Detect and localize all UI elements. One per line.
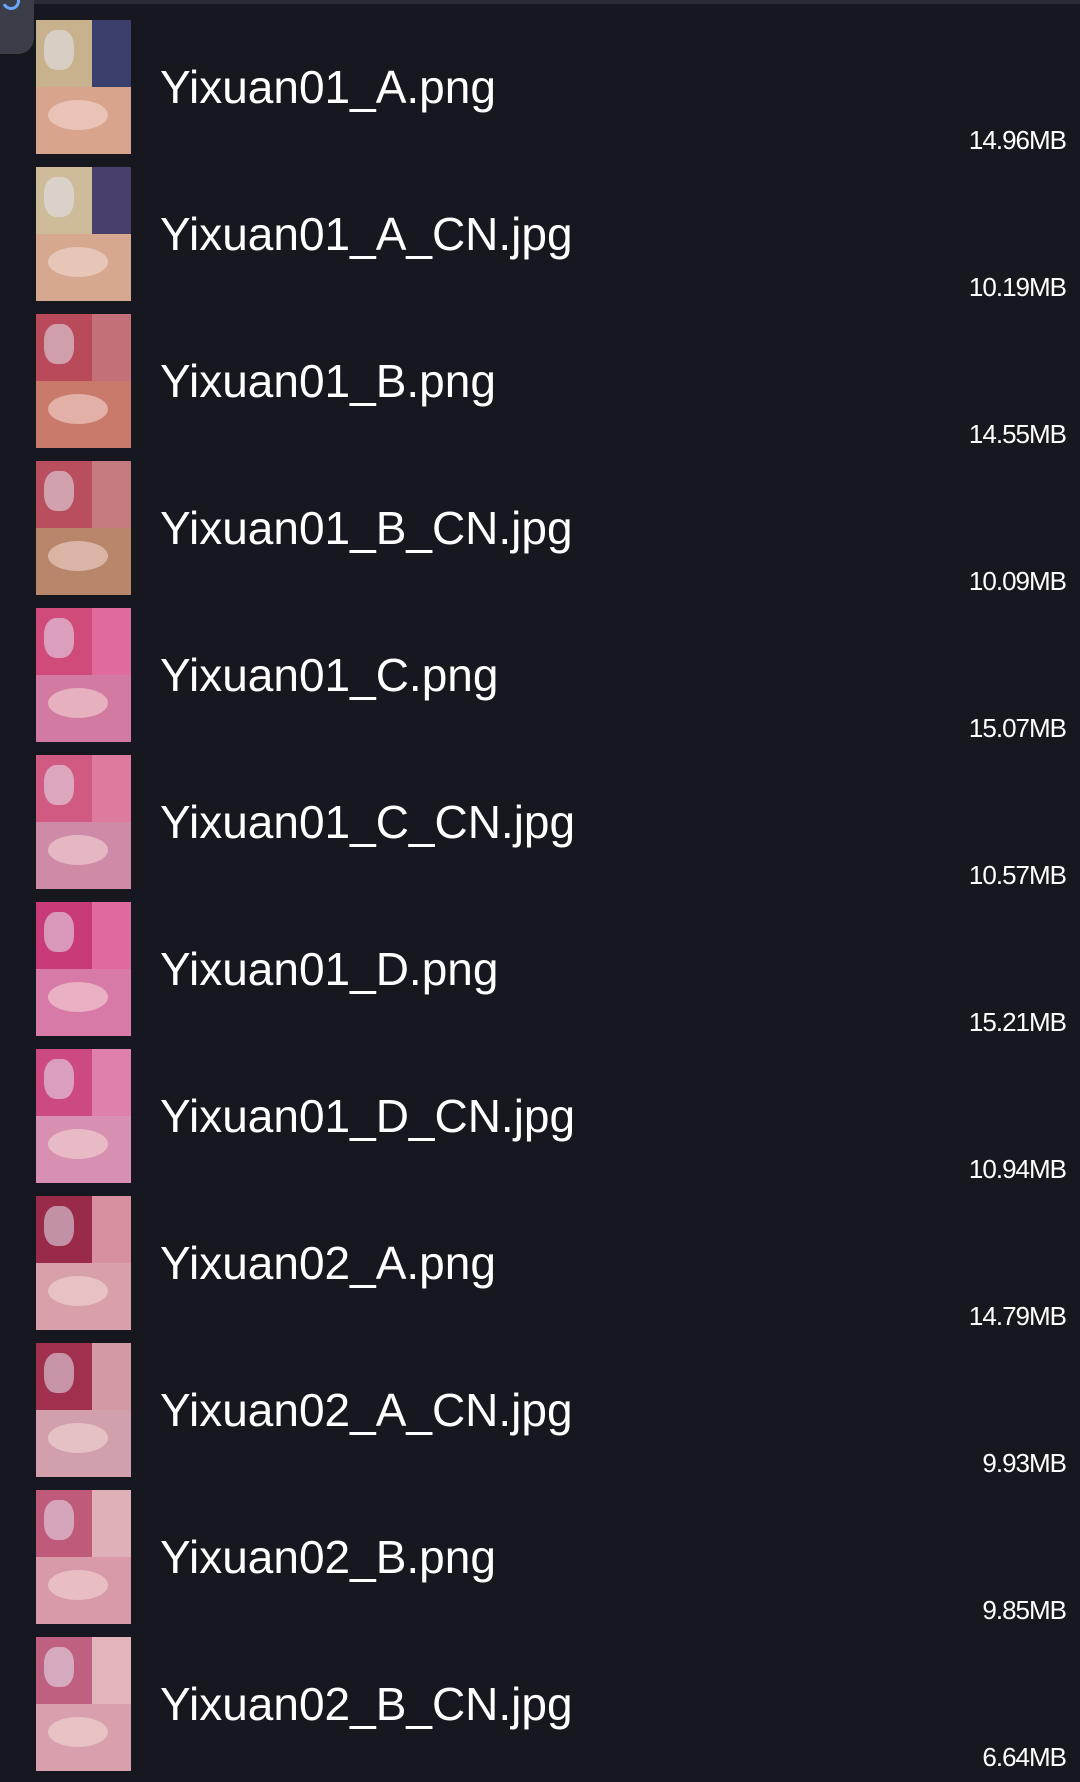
file-size: 10.19MB xyxy=(968,272,1067,302)
file-name: Yixuan02_A.png xyxy=(160,1237,496,1289)
file-list-item[interactable]: Yixuan02_B.png 9.85MB xyxy=(0,1488,1080,1635)
file-list-item[interactable]: Yixuan01_C.png 15.07MB xyxy=(0,606,1080,753)
file-size: 10.57MB xyxy=(968,860,1067,890)
file-list-item[interactable]: Yixuan02_A_CN.jpg 9.93MB xyxy=(0,1341,1080,1488)
file-name: Yixuan02_A_CN.jpg xyxy=(160,1384,573,1436)
file-size: 15.21MB xyxy=(968,1007,1067,1037)
file-list-item[interactable]: Yixuan02_A.png 14.79MB xyxy=(0,1194,1080,1341)
file-list-item[interactable]: Yixuan01_C_CN.jpg 10.57MB xyxy=(0,753,1080,900)
file-list-item[interactable]: Yixuan01_A.png 14.96MB xyxy=(0,18,1080,165)
file-list: Yixuan01_A.png 14.96MB Yixuan01_A_CN.jpg… xyxy=(0,18,1080,1782)
image-thumbnail-icon xyxy=(36,1343,131,1477)
file-size: 14.96MB xyxy=(968,125,1067,155)
image-thumbnail-icon xyxy=(36,902,131,1036)
file-name: Yixuan01_C_CN.jpg xyxy=(160,796,576,848)
file-size: 6.64MB xyxy=(982,1742,1067,1772)
file-list-item[interactable]: Yixuan01_B_CN.jpg 10.09MB xyxy=(0,459,1080,606)
image-thumbnail-icon xyxy=(36,20,131,154)
image-thumbnail-icon xyxy=(36,755,131,889)
image-thumbnail-icon xyxy=(36,1196,131,1330)
file-name: Yixuan02_B.png xyxy=(160,1531,496,1583)
image-thumbnail-icon xyxy=(36,1049,131,1183)
file-list-item[interactable]: Yixuan01_B.png 14.55MB xyxy=(0,312,1080,459)
file-name: Yixuan01_C.png xyxy=(160,649,499,701)
image-thumbnail-icon xyxy=(36,167,131,301)
file-name: Yixuan01_B_CN.jpg xyxy=(160,502,573,554)
file-name: Yixuan01_A_CN.jpg xyxy=(160,208,573,260)
assistant-icon xyxy=(0,0,23,13)
file-name: Yixuan01_D_CN.jpg xyxy=(160,1090,576,1142)
file-name: Yixuan01_D.png xyxy=(160,943,499,995)
image-thumbnail-icon xyxy=(36,1637,131,1771)
file-size: 9.85MB xyxy=(982,1595,1067,1625)
image-thumbnail-icon xyxy=(36,1490,131,1624)
file-list-item[interactable]: Yixuan01_A_CN.jpg 10.19MB xyxy=(0,165,1080,312)
file-size: 10.09MB xyxy=(968,566,1067,596)
image-thumbnail-icon xyxy=(36,314,131,448)
file-list-item[interactable]: Yixuan01_D.png 15.21MB xyxy=(0,900,1080,1047)
file-name: Yixuan01_A.png xyxy=(160,61,496,113)
top-edge-bar xyxy=(0,0,1080,4)
file-name: Yixuan02_B_CN.jpg xyxy=(160,1678,573,1730)
image-thumbnail-icon xyxy=(36,461,131,595)
file-name: Yixuan01_B.png xyxy=(160,355,496,407)
file-list-item[interactable]: Yixuan02_B_CN.jpg 6.64MB xyxy=(0,1635,1080,1782)
file-size: 9.93MB xyxy=(982,1448,1067,1478)
image-thumbnail-icon xyxy=(36,608,131,742)
file-list-item[interactable]: Yixuan01_D_CN.jpg 10.94MB xyxy=(0,1047,1080,1194)
file-size: 14.79MB xyxy=(968,1301,1067,1331)
file-size: 15.07MB xyxy=(968,713,1067,743)
file-size: 10.94MB xyxy=(968,1154,1067,1184)
file-size: 14.55MB xyxy=(968,419,1067,449)
